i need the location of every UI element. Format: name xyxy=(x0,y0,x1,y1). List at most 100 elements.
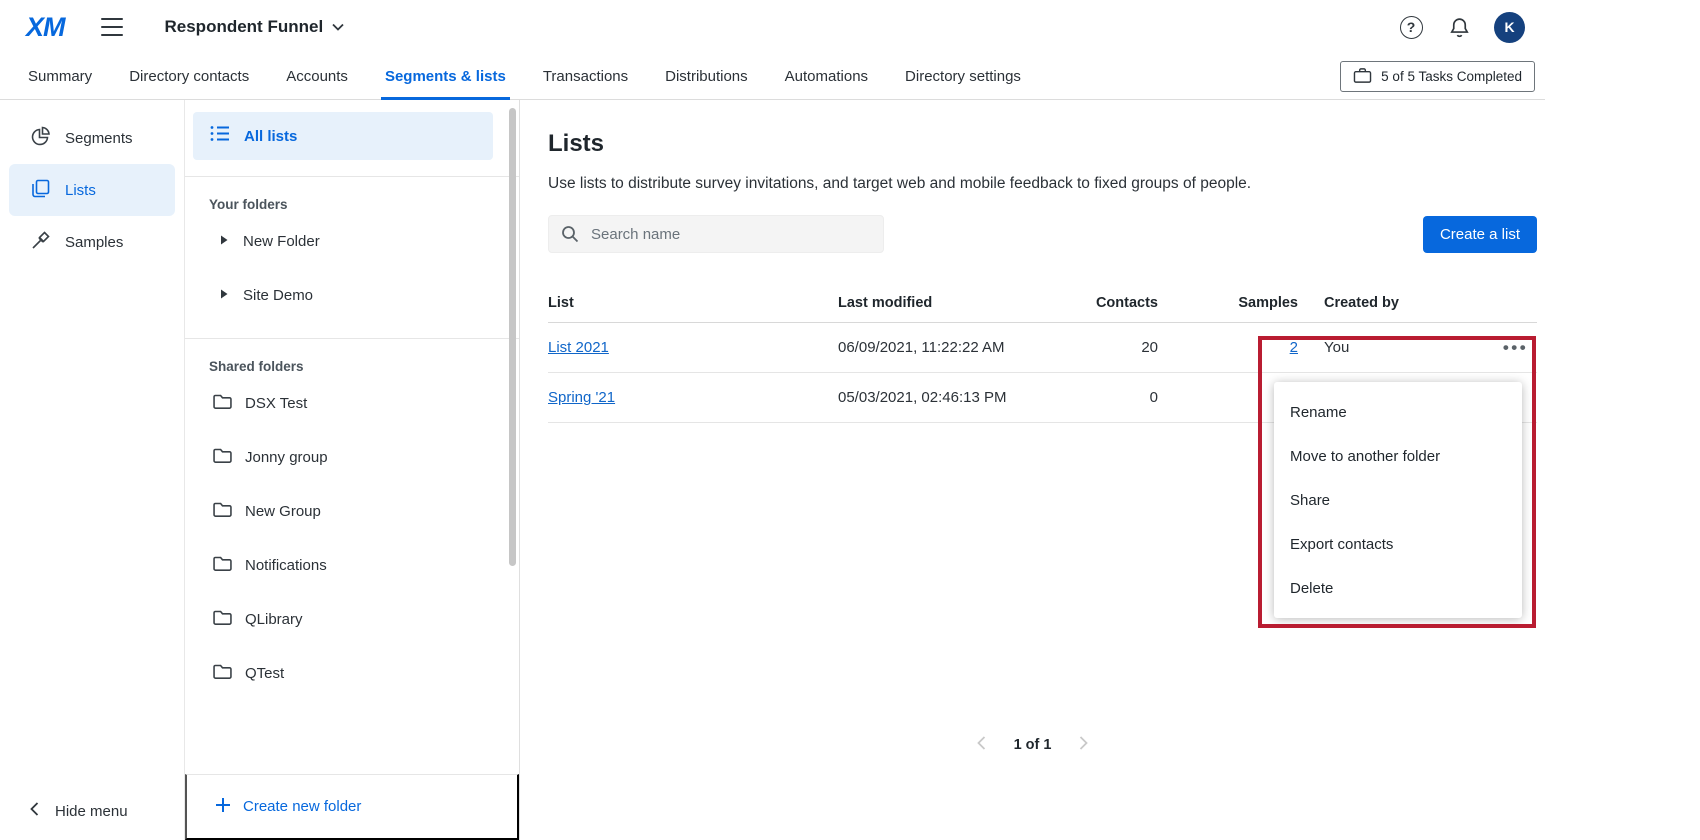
top-bar: XM Respondent Funnel ? K xyxy=(0,0,1545,54)
tab-accounts[interactable]: Accounts xyxy=(284,54,350,99)
folder-icon xyxy=(213,447,232,468)
cell-contacts: 0 xyxy=(1090,389,1158,406)
search-icon xyxy=(561,225,579,248)
pagination-previous-icon[interactable] xyxy=(977,736,986,753)
app-window: XM Respondent Funnel ? K Summary Directo… xyxy=(0,0,1545,840)
folder-dsx-test[interactable]: DSX Test xyxy=(209,376,519,430)
menu-item-delete[interactable]: Delete xyxy=(1274,566,1522,610)
folder-qlibrary[interactable]: QLibrary xyxy=(209,592,519,646)
table-row: List 2021 06/09/2021, 11:22:22 AM 20 2 Y… xyxy=(548,323,1537,373)
shared-folders-title: Shared folders xyxy=(209,359,519,374)
caret-right-icon xyxy=(219,233,229,250)
all-lists-item[interactable]: All lists xyxy=(193,112,493,160)
folder-notifications[interactable]: Notifications xyxy=(209,538,519,592)
tab-automations[interactable]: Automations xyxy=(783,54,870,99)
folder-label: Site Demo xyxy=(243,287,313,304)
tab-segments-and-lists[interactable]: Segments & lists xyxy=(383,54,508,99)
create-a-list-button[interactable]: Create a list xyxy=(1423,216,1537,253)
column-header-contacts: Contacts xyxy=(1090,295,1158,311)
folder-jonny-group[interactable]: Jonny group xyxy=(209,430,519,484)
shared-folders-section: Shared folders DSX Test Jonny group New … xyxy=(185,338,519,706)
your-folders-title: Your folders xyxy=(209,197,519,212)
hamburger-menu-icon[interactable] xyxy=(101,18,125,36)
column-header-last-modified: Last modified xyxy=(838,295,1090,311)
caret-right-icon xyxy=(219,287,229,304)
tab-directory-settings[interactable]: Directory settings xyxy=(903,54,1023,99)
list-link-spring-21[interactable]: Spring '21 xyxy=(548,389,615,406)
user-avatar[interactable]: K xyxy=(1494,12,1525,43)
tab-distributions[interactable]: Distributions xyxy=(663,54,750,99)
segments-pie-icon xyxy=(30,126,51,151)
row-actions-context-menu: Rename Move to another folder Share Expo… xyxy=(1274,382,1522,618)
create-new-folder-button[interactable]: Create new folder xyxy=(185,774,519,840)
hide-menu-button[interactable]: Hide menu xyxy=(30,802,128,820)
pagination-next-icon[interactable] xyxy=(1079,736,1088,753)
menu-item-export-contacts[interactable]: Export contacts xyxy=(1274,522,1522,566)
folder-label: DSX Test xyxy=(245,395,307,412)
sidebar-label: Segments xyxy=(65,130,133,147)
column-header-samples: Samples xyxy=(1158,295,1298,311)
lists-stack-icon xyxy=(30,178,51,203)
page-title: Lists xyxy=(548,130,1537,158)
folder-label: Jonny group xyxy=(245,449,328,466)
tasks-completed-button[interactable]: 5 of 5 Tasks Completed xyxy=(1340,61,1535,92)
directory-tab-bar: Summary Directory contacts Accounts Segm… xyxy=(0,54,1545,100)
sidebar-item-samples[interactable]: Samples xyxy=(9,216,175,268)
xm-logo[interactable]: XM xyxy=(26,12,65,43)
cell-last-modified: 05/03/2021, 02:46:13 PM xyxy=(838,389,1090,406)
samples-count-link[interactable]: 2 xyxy=(1290,339,1298,356)
sidebar-label: Samples xyxy=(65,234,123,251)
folder-new-folder[interactable]: New Folder xyxy=(209,214,519,268)
sidebar-label: Lists xyxy=(65,182,96,199)
folder-icon xyxy=(213,663,232,684)
page-description: Use lists to distribute survey invitatio… xyxy=(548,175,1537,193)
cell-contacts: 20 xyxy=(1090,339,1158,356)
folders-scroll-area: All lists Your folders New Folder xyxy=(185,100,519,774)
search-box xyxy=(548,215,884,253)
menu-item-move-to-another-folder[interactable]: Move to another folder xyxy=(1274,434,1522,478)
all-lists-wrap: All lists xyxy=(185,100,519,177)
folder-new-group[interactable]: New Group xyxy=(209,484,519,538)
row-actions-ellipsis-icon[interactable]: ••• xyxy=(1494,338,1537,358)
chevron-down-icon xyxy=(332,18,344,36)
all-lists-label: All lists xyxy=(244,128,297,145)
your-folders-section: Your folders New Folder Site Demo xyxy=(185,177,519,328)
notifications-bell-icon[interactable] xyxy=(1444,12,1474,42)
folders-panel-scrollbar[interactable] xyxy=(509,108,516,566)
left-navigation: Segments Lists xyxy=(0,100,185,840)
folder-icon xyxy=(213,501,232,522)
sidebar-item-segments[interactable]: Segments xyxy=(9,112,175,164)
list-bullets-icon xyxy=(210,125,230,147)
pagination: 1 of 1 xyxy=(520,736,1545,753)
product-name: Respondent Funnel xyxy=(165,17,324,37)
folder-icon xyxy=(213,609,232,630)
folders-panel: All lists Your folders New Folder xyxy=(185,100,520,840)
tab-directory-contacts[interactable]: Directory contacts xyxy=(127,54,251,99)
folder-site-demo[interactable]: Site Demo xyxy=(209,268,519,322)
create-new-folder-label: Create new folder xyxy=(243,798,361,815)
menu-item-rename[interactable]: Rename xyxy=(1274,390,1522,434)
column-header-created-by: Created by xyxy=(1298,295,1494,311)
tasks-completed-label: 5 of 5 Tasks Completed xyxy=(1381,69,1522,84)
folder-label: QLibrary xyxy=(245,611,303,628)
sidebar-item-lists[interactable]: Lists xyxy=(9,164,175,216)
search-input[interactable] xyxy=(548,215,884,253)
cell-last-modified: 06/09/2021, 11:22:22 AM xyxy=(838,339,1090,356)
folder-qtest[interactable]: QTest xyxy=(209,646,519,700)
table-header-row: List Last modified Contacts Samples Crea… xyxy=(548,283,1537,323)
column-header-list: List xyxy=(548,295,838,311)
tab-summary[interactable]: Summary xyxy=(26,54,94,99)
tab-transactions[interactable]: Transactions xyxy=(541,54,630,99)
menu-item-share[interactable]: Share xyxy=(1274,478,1522,522)
folder-label: Notifications xyxy=(245,557,327,574)
product-switcher[interactable]: Respondent Funnel xyxy=(165,17,345,37)
help-icon[interactable]: ? xyxy=(1396,12,1426,42)
folder-label: QTest xyxy=(245,665,284,682)
cell-created-by: You xyxy=(1298,339,1494,356)
hide-menu-label: Hide menu xyxy=(55,803,128,820)
folder-icon xyxy=(213,393,232,414)
briefcase-icon xyxy=(1353,67,1372,87)
plus-icon xyxy=(215,797,231,817)
folder-label: New Group xyxy=(245,503,321,520)
list-link-list-2021[interactable]: List 2021 xyxy=(548,339,609,356)
